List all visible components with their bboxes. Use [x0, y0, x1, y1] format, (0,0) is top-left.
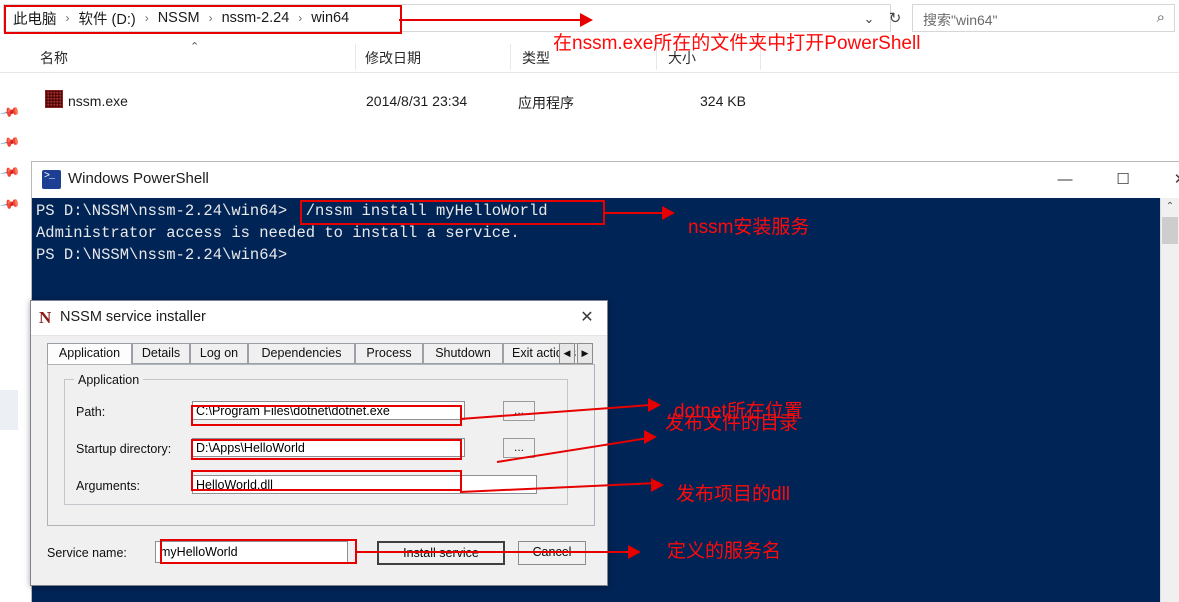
scroll-up-icon[interactable]: ⌃: [1161, 198, 1179, 216]
pin-icon: 📌: [0, 161, 22, 183]
path-input[interactable]: C:\Program Files\dotnet\dotnet.exe: [192, 401, 465, 420]
powershell-titlebar: Windows PowerShell — ☐ ✕: [32, 162, 1179, 198]
breadcrumb-separator: ›: [208, 11, 213, 25]
breadcrumb-item-2[interactable]: NSSM: [155, 10, 203, 26]
tab-shutdown[interactable]: Shutdown: [423, 343, 503, 364]
annotation-line-breadcrumb: [399, 19, 583, 21]
search-placeholder: 搜索"win64": [923, 12, 998, 28]
tab-log-on[interactable]: Log on: [190, 343, 248, 364]
annotation-arrow-startup-dir: [644, 430, 657, 444]
tab-next-icon[interactable]: ▶: [577, 343, 593, 364]
startup-directory-input[interactable]: D:\Apps\HelloWorld: [192, 438, 465, 457]
groupbox-label: Application: [74, 373, 144, 387]
breadcrumb-item-4[interactable]: win64: [308, 10, 352, 26]
service-name-label: Service name:: [47, 546, 127, 560]
breadcrumb-separator: ›: [65, 11, 70, 25]
startup-directory-label: Startup directory:: [76, 442, 172, 456]
tab-details[interactable]: Details: [132, 343, 190, 364]
powershell-icon: [42, 170, 61, 189]
annotation-arrow-path: [648, 398, 661, 412]
breadcrumb-separator: ›: [298, 11, 303, 25]
install-service-button[interactable]: Install service: [377, 541, 505, 565]
scrollbar-thumb[interactable]: [1162, 217, 1178, 244]
chevron-down-icon[interactable]: ⌄: [860, 10, 878, 28]
console-line: PS D:\NSSM\nssm-2.24\win64>: [36, 246, 288, 264]
maximize-button[interactable]: ☐: [1100, 162, 1146, 198]
column-header-modified[interactable]: 修改日期: [365, 48, 421, 68]
annotation-line-command: [604, 212, 666, 214]
file-type: 应用程序: [518, 95, 574, 111]
refresh-icon[interactable]: ↻: [884, 9, 906, 29]
tab-application[interactable]: Application: [47, 343, 132, 365]
tab-process[interactable]: Process: [355, 343, 423, 364]
nssm-logo-icon: N: [39, 308, 52, 327]
ann-publish-dir: 发布文件的目录: [665, 413, 799, 434]
annotation-arrow-command: [662, 206, 675, 220]
column-header-type[interactable]: 类型: [522, 48, 550, 68]
breadcrumb-item-1[interactable]: 软件 (D:): [76, 8, 139, 29]
console-line: Administrator access is needed to instal…: [36, 224, 520, 242]
cancel-button[interactable]: Cancel: [518, 541, 586, 565]
pin-icon: 📌: [0, 193, 22, 215]
close-icon[interactable]: ✕: [575, 306, 599, 330]
console-line: PS D:\NSSM\nssm-2.24\win64> ./nssm insta…: [36, 202, 548, 220]
powershell-scrollbar[interactable]: ⌃: [1160, 198, 1179, 602]
breadcrumb-item-3[interactable]: nssm-2.24: [219, 10, 293, 26]
close-button[interactable]: ✕: [1158, 162, 1179, 198]
ann-nssm-install: nssm安装服务: [688, 217, 810, 238]
dialog-title: NSSM service installer: [60, 309, 206, 325]
powershell-title: Windows PowerShell: [68, 170, 209, 187]
file-size: 324 KB: [700, 93, 746, 109]
breadcrumb-item-0[interactable]: 此电脑: [10, 8, 60, 29]
minimize-button[interactable]: —: [1042, 162, 1088, 198]
tab-prev-icon[interactable]: ◀: [559, 343, 575, 364]
pin-icon: 📌: [0, 131, 22, 153]
file-name: nssm.exe: [68, 93, 128, 109]
path-browse-button[interactable]: ...: [503, 401, 535, 421]
column-header-name[interactable]: 名称: [40, 48, 68, 68]
ann-publish-dll: 发布项目的dll: [676, 484, 791, 505]
annotation-arrow-service-name: [628, 545, 641, 559]
search-icon: ⌕: [1156, 9, 1165, 26]
annotation-arrow-breadcrumb: [580, 13, 593, 27]
tab-strip: Application Details Log on Dependencies …: [47, 343, 593, 365]
search-input[interactable]: 搜索"win64" ⌕: [912, 4, 1175, 32]
tab-panel-application: Application Path: C:\Program Files\dotne…: [47, 364, 595, 526]
breadcrumb-separator: ›: [144, 11, 149, 25]
ann-service-name: 定义的服务名: [667, 541, 782, 562]
ann-powershell-folder: 在nssm.exe所在的文件夹中打开PowerShell: [553, 33, 921, 54]
sort-ascending-icon: ⌃: [190, 41, 200, 53]
nssm-service-installer-dialog: N NSSM service installer ✕ Application D…: [30, 300, 608, 586]
tab-dependencies[interactable]: Dependencies: [248, 343, 355, 364]
dialog-titlebar: N NSSM service installer ✕: [31, 301, 607, 336]
service-name-input[interactable]: myHelloWorld: [155, 541, 348, 563]
table-row[interactable]: nssm.exe 2014/8/31 23:34 应用程序 324 KB: [0, 88, 1179, 116]
path-label: Path:: [76, 405, 106, 419]
arguments-label: Arguments:: [76, 479, 140, 493]
sidebar-strip: [0, 390, 18, 430]
annotation-arrow-arguments: [651, 478, 664, 492]
file-modified: 2014/8/31 23:34: [366, 93, 468, 109]
annotation-line-service-name: [355, 551, 632, 553]
